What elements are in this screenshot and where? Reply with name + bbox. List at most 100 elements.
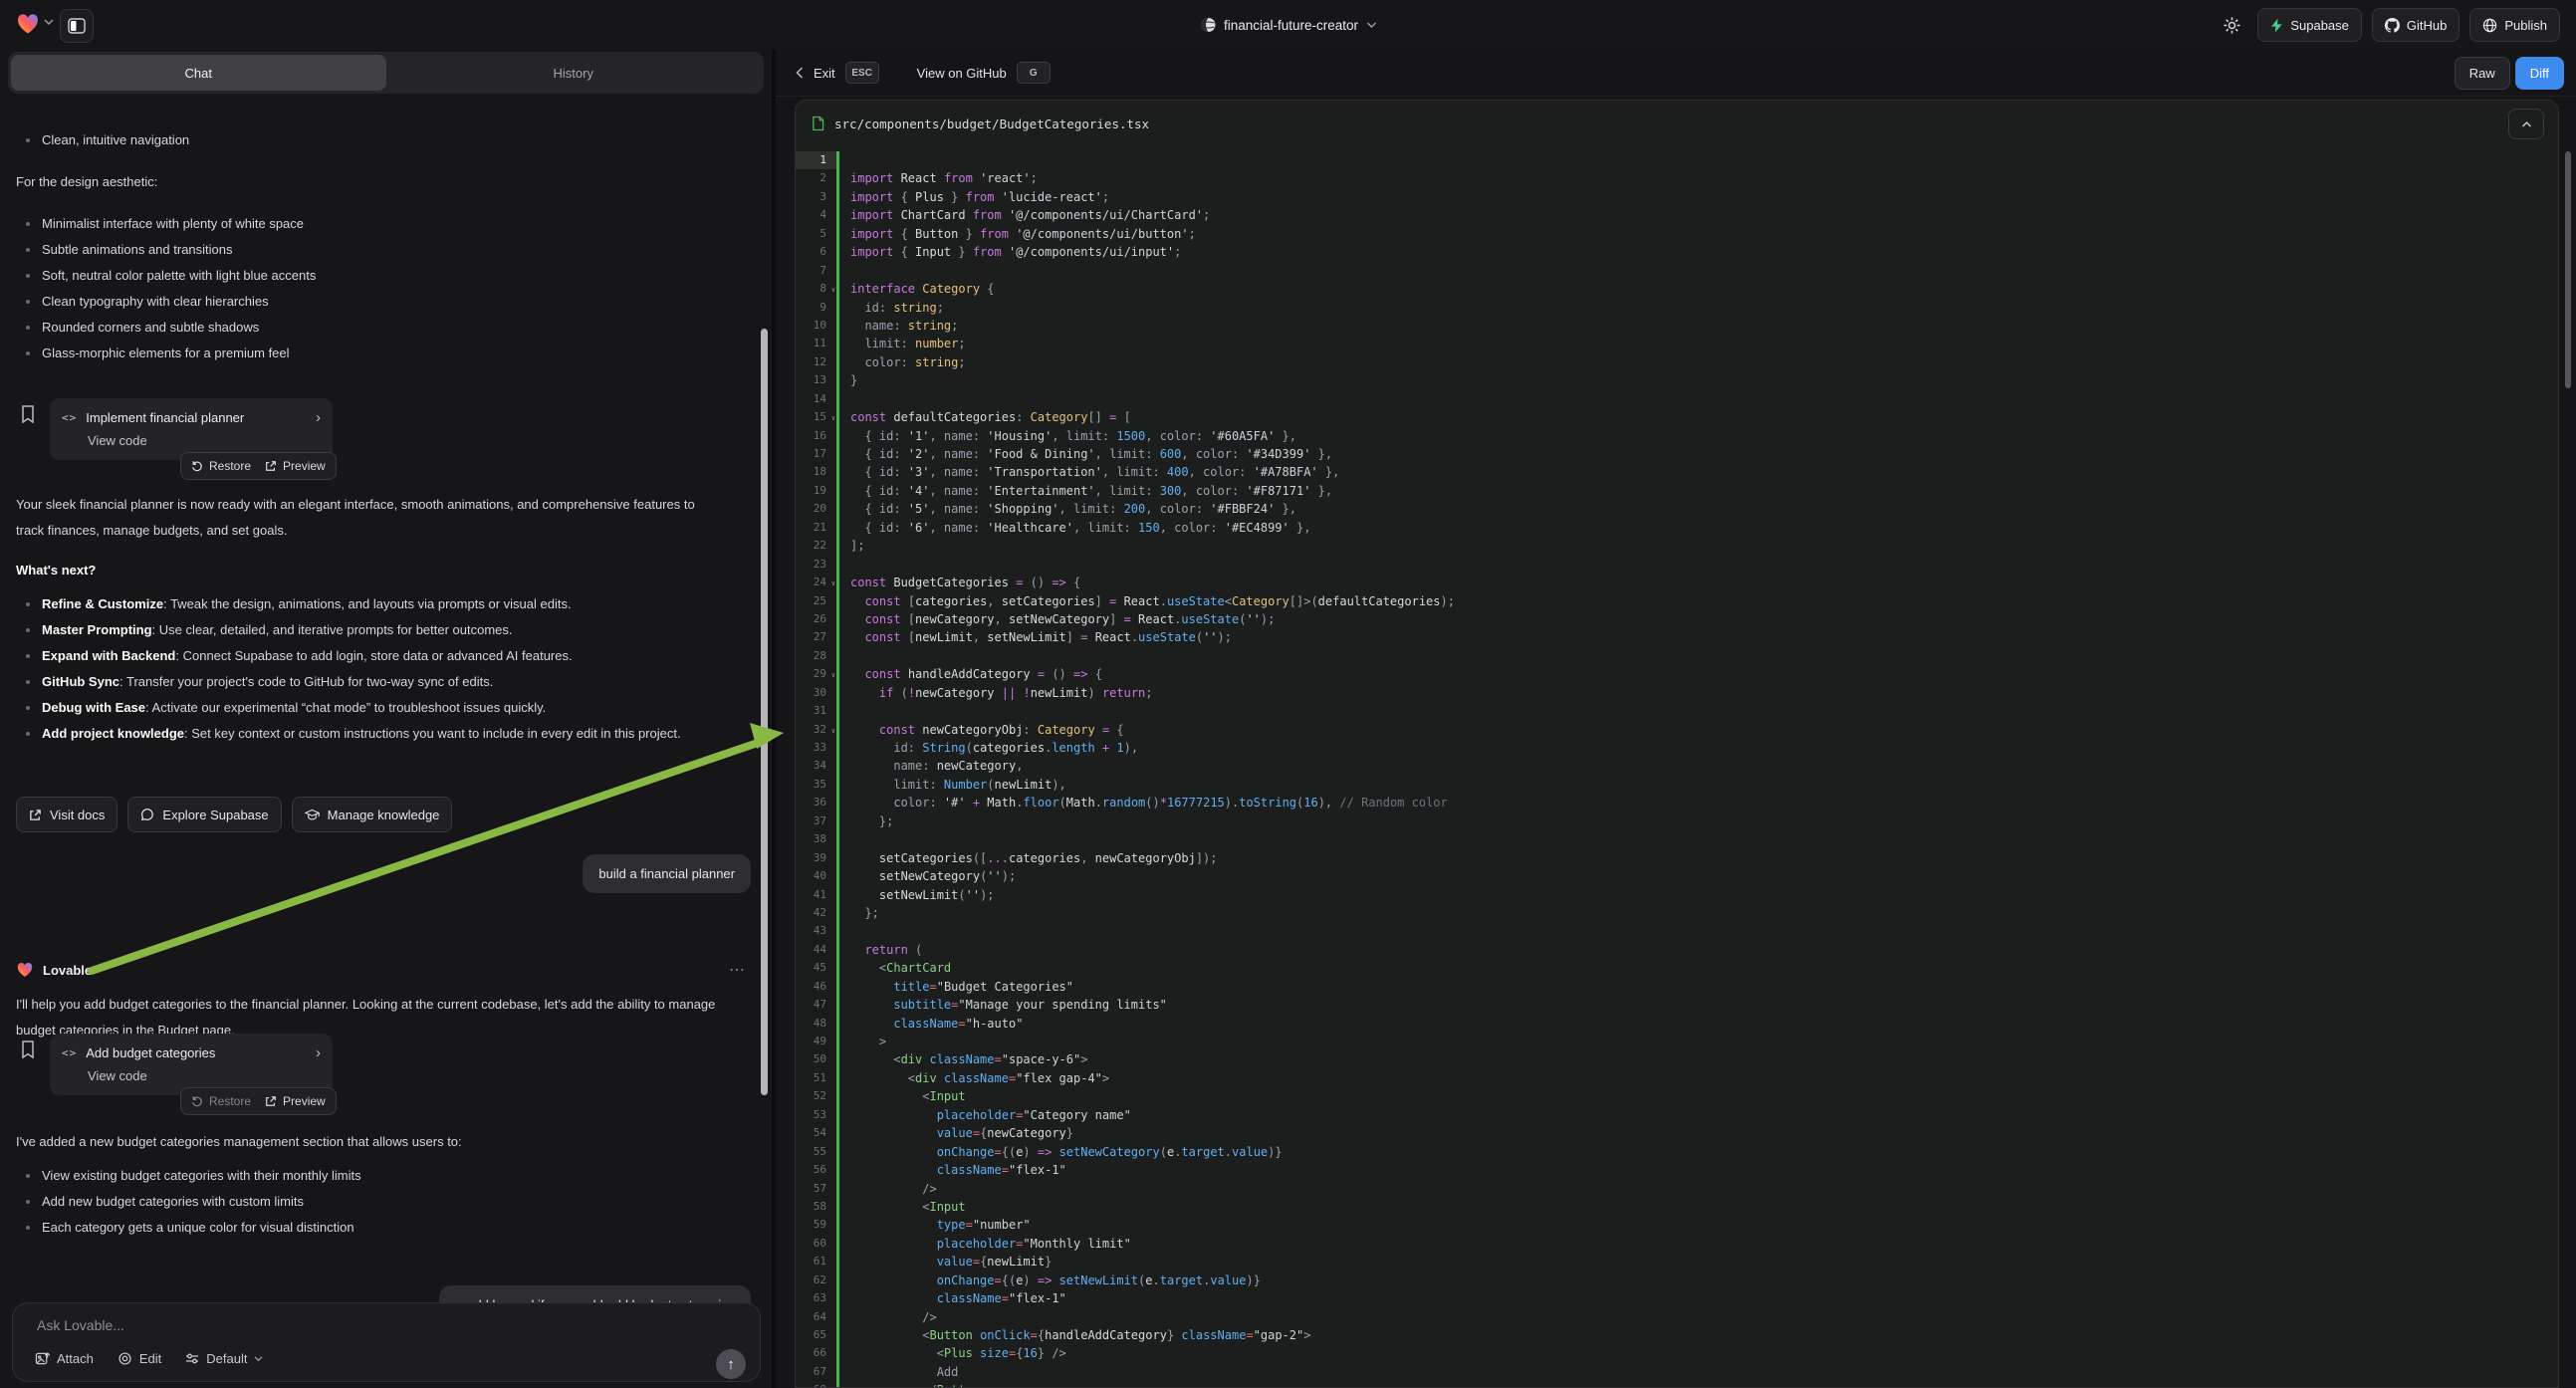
line-number: 1 — [796, 151, 839, 169]
sidebar-toggle-button[interactable] — [60, 9, 94, 43]
external-link-icon — [265, 460, 277, 472]
project-name: financial-future-creator — [1224, 18, 1358, 33]
line-number: 4 — [796, 206, 839, 224]
message-menu-icon[interactable]: ⋯ — [729, 960, 746, 980]
fold-chevron-icon[interactable]: ∨ — [831, 409, 835, 427]
exit-button[interactable]: Exit — [814, 66, 835, 81]
version-card-title: Add budget categories — [86, 1045, 215, 1060]
restore-icon — [191, 460, 203, 472]
logo-chevron-down-icon[interactable] — [44, 19, 54, 26]
line-number: 67 — [796, 1363, 839, 1381]
line-number: 21 — [796, 519, 839, 537]
restore-button[interactable]: Restore — [191, 459, 251, 473]
line-number: 39 — [796, 849, 839, 867]
action-buttons-row: Visit docs Explore Supabase Manage knowl… — [16, 797, 452, 832]
chat-input[interactable] — [35, 1315, 636, 1347]
tab-chat[interactable]: Chat — [11, 55, 386, 91]
code-editor[interactable]: 12import React from 'react';3import { Pl… — [796, 146, 2558, 1388]
whats-next-heading: What's next? — [16, 558, 96, 583]
mode-select[interactable]: Default — [185, 1351, 263, 1366]
send-button[interactable]: ↑ — [716, 1349, 746, 1379]
line-number: 22 — [796, 537, 839, 555]
attach-button[interactable]: Attach — [35, 1351, 94, 1366]
chevron-left-icon — [796, 67, 804, 79]
line-number: 18 — [796, 463, 839, 481]
code-line: 20 { id: '5', name: 'Shopping', limit: 2… — [796, 500, 2558, 518]
line-number: 35 — [796, 776, 839, 794]
line-number: 11 — [796, 335, 839, 352]
code-line: 38 — [796, 830, 2558, 848]
list-item: Glass-morphic elements for a premium fee… — [16, 341, 733, 366]
code-line: 39 setCategories([...categories, newCate… — [796, 849, 2558, 867]
code-line: 10 name: string; — [796, 317, 2558, 335]
design-list: Minimalist interface with plenty of whit… — [16, 211, 733, 366]
bookmark-icon[interactable] — [20, 1040, 36, 1059]
code-line: 66 <Plus size={16} /> — [796, 1344, 2558, 1362]
version-card-add-budget-categories[interactable]: <> Add budget categories › View code — [50, 1034, 333, 1095]
raw-toggle-button[interactable]: Raw — [2455, 57, 2510, 90]
line-number: 47 — [796, 996, 839, 1014]
chat-scrollbar[interactable] — [761, 329, 768, 1095]
bookmark-icon[interactable] — [20, 404, 36, 424]
code-line: 50 <div className="space-y-6"> — [796, 1050, 2558, 1068]
publish-button[interactable]: Publish — [2469, 8, 2560, 42]
list-item: Clean, intuitive navigation — [16, 127, 733, 153]
fold-chevron-icon[interactable]: ∨ — [831, 666, 835, 684]
visit-docs-button[interactable]: Visit docs — [16, 797, 117, 832]
line-number: 65 — [796, 1326, 839, 1344]
line-number: 60 — [796, 1235, 839, 1253]
settings-gear-icon[interactable] — [2223, 16, 2241, 35]
code-line: 48 className="h-auto" — [796, 1015, 2558, 1033]
ready-paragraph: Your sleek financial planner is now read… — [16, 492, 717, 544]
project-switcher[interactable]: financial-future-creator — [1200, 0, 1376, 50]
edit-button[interactable]: Edit — [117, 1351, 161, 1366]
restore-icon — [191, 1095, 203, 1107]
g-key-badge: G — [1017, 62, 1051, 84]
preview-button[interactable]: Preview — [265, 1094, 326, 1108]
code-line: 26 const [newCategory, setNewCategory] =… — [796, 610, 2558, 628]
github-label: GitHub — [2407, 18, 2447, 33]
list-item: Expand with Backend: Connect Supabase to… — [16, 643, 719, 669]
collapse-file-button[interactable] — [2508, 109, 2544, 139]
added-file-icon — [812, 116, 824, 131]
list-item: Clean typography with clear hierarchies — [16, 289, 733, 315]
line-number: 6 — [796, 243, 839, 261]
list-item: Master Prompting: Use clear, detailed, a… — [16, 617, 719, 643]
code-line: 67 Add — [796, 1363, 2558, 1381]
line-number: 24∨ — [796, 574, 839, 591]
lovable-logo-icon[interactable] — [16, 13, 40, 35]
list-item: Subtle animations and transitions — [16, 237, 733, 263]
restore-button[interactable]: Restore — [191, 1094, 251, 1108]
supabase-button[interactable]: Supabase — [2257, 8, 2362, 42]
view-code-link[interactable]: View code — [88, 433, 321, 448]
version-card-implement-financial-planner[interactable]: <> Implement financial planner › View co… — [50, 398, 333, 460]
diff-toggle-button[interactable]: Diff — [2515, 57, 2564, 90]
code-line: 28 — [796, 647, 2558, 665]
view-code-link[interactable]: View code — [88, 1068, 321, 1083]
code-line: 54 value={newCategory} — [796, 1124, 2558, 1142]
manage-knowledge-button[interactable]: Manage knowledge — [292, 797, 453, 832]
github-button[interactable]: GitHub — [2372, 8, 2459, 42]
list-item: Refine & Customize: Tweak the design, an… — [16, 591, 719, 617]
fold-chevron-icon[interactable]: ∨ — [831, 722, 835, 740]
code-scrollbar[interactable] — [2565, 151, 2571, 388]
code-line: 63 className="flex-1" — [796, 1289, 2558, 1307]
tab-history[interactable]: History — [386, 55, 762, 91]
view-on-github-button[interactable]: View on GitHub — [917, 66, 1007, 81]
line-number: 28 — [796, 647, 839, 665]
code-line: 4import ChartCard from '@/components/ui/… — [796, 206, 2558, 224]
line-number: 25 — [796, 592, 839, 610]
fold-chevron-icon[interactable]: ∨ — [831, 281, 835, 299]
code-line: 59 type="number" — [796, 1216, 2558, 1234]
code-line: 40 setNewCategory(''); — [796, 867, 2558, 885]
preview-button[interactable]: Preview — [265, 459, 326, 473]
code-line: 27 const [newLimit, setNewLimit] = React… — [796, 628, 2558, 646]
chat-composer: Attach Edit Default ↑ — [12, 1302, 761, 1382]
file-path: src/components/budget/BudgetCategories.t… — [834, 116, 1149, 131]
explore-supabase-button[interactable]: Explore Supabase — [127, 797, 281, 832]
whats-next-list: Refine & Customize: Tweak the design, an… — [16, 591, 719, 747]
fold-chevron-icon[interactable]: ∨ — [831, 575, 835, 592]
github-icon — [2385, 18, 2400, 33]
line-number: 29∨ — [796, 665, 839, 683]
file-path-row[interactable]: src/components/budget/BudgetCategories.t… — [796, 101, 2558, 147]
